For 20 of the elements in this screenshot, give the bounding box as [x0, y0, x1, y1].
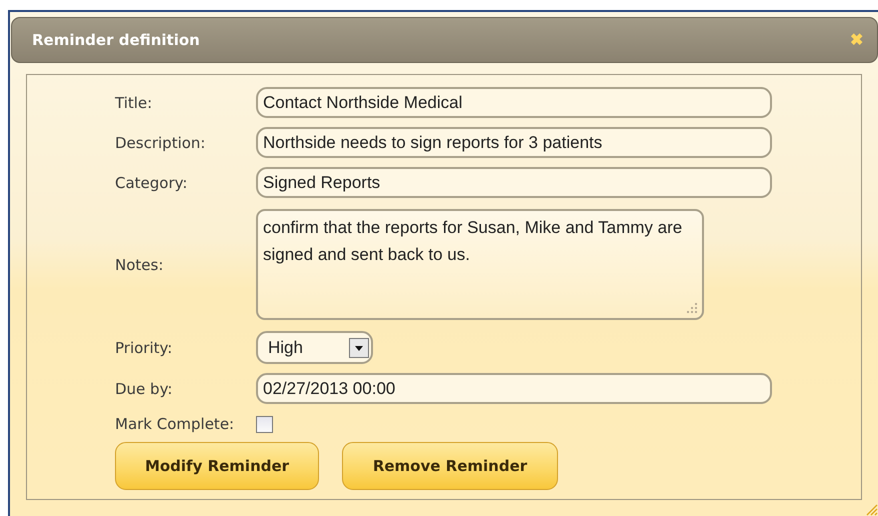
- field-label: Mark Complete:: [115, 415, 236, 433]
- field-label: Notes:: [115, 256, 164, 274]
- field-label: Category:: [115, 174, 188, 192]
- notes-field[interactable]: confirm that the reports for Susan, Mike and Tammy are signed and sent back to us.: [256, 209, 704, 320]
- text-field[interactable]: Northside needs to sign reports for 3 patients: [256, 127, 772, 158]
- notes-text: confirm that the reports for Susan, Mike and Tammy are signed and sent back to us.: [263, 218, 682, 264]
- dialog-title: Reminder definition: [32, 31, 200, 49]
- text-field[interactable]: Signed Reports: [256, 167, 772, 198]
- priority-dropdown[interactable]: High: [256, 331, 373, 364]
- text-field[interactable]: Contact Northside Medical: [256, 87, 772, 118]
- field-label: Due by:: [115, 380, 174, 398]
- field-label: Title:: [115, 94, 154, 112]
- action-button[interactable]: Remove Reminder: [342, 442, 558, 490]
- text-field[interactable]: 02/27/2013 00:00: [256, 373, 772, 404]
- caret-icon: [349, 338, 369, 358]
- field-label: Description:: [115, 134, 206, 152]
- checkbox[interactable]: [256, 416, 273, 432]
- field-label: Priority:: [115, 338, 174, 356]
- action-button[interactable]: Modify Reminder: [115, 442, 319, 490]
- resize-grip-icon[interactable]: [686, 302, 698, 314]
